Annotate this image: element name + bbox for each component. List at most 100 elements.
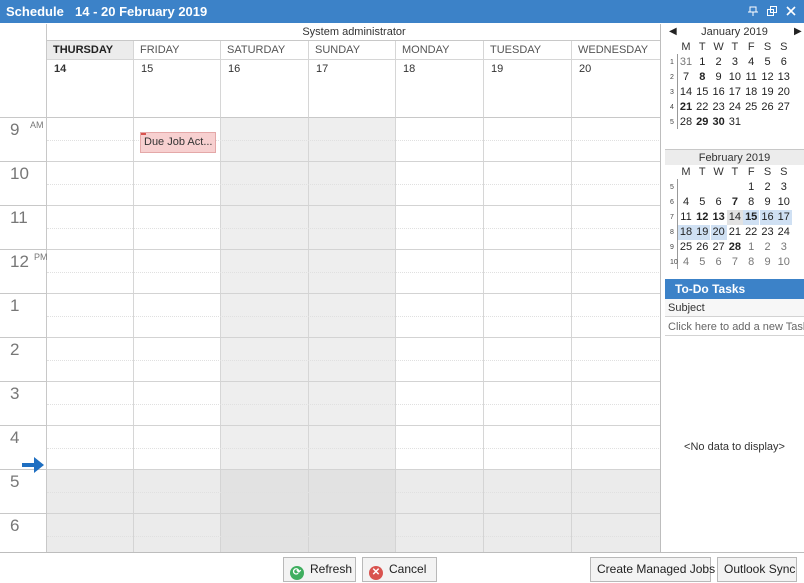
calendar-day[interactable]: 12 [694, 210, 710, 225]
calendar-day[interactable]: 13 [776, 70, 792, 85]
day-header-thursday[interactable]: THURSDAY [47, 41, 134, 60]
calendar-day[interactable]: 1 [743, 180, 759, 195]
calendar-day[interactable]: 4 [743, 55, 759, 70]
day-header-monday[interactable]: MONDAY [396, 41, 484, 60]
hour-line [47, 513, 660, 514]
schedule-grid[interactable] [47, 118, 660, 552]
calendar-day[interactable]: 19 [694, 225, 711, 240]
calendar-day[interactable]: 17 [727, 85, 743, 100]
calendar-day[interactable]: 24 [776, 225, 792, 240]
todo-subject-column[interactable]: Subject [665, 299, 804, 317]
calendar-day[interactable]: 23 [760, 225, 776, 240]
day-header-friday[interactable]: FRIDAY [134, 41, 221, 60]
calendar-day[interactable]: 6 [711, 255, 727, 270]
calendar-day[interactable]: 6 [776, 55, 792, 70]
calendar-day[interactable]: 16 [759, 210, 776, 225]
calendar-day[interactable]: 14 [678, 85, 694, 100]
allday-cell-wednesday[interactable]: 20 [572, 60, 660, 118]
close-icon[interactable] [785, 6, 797, 17]
calendar-day[interactable]: 3 [727, 55, 743, 70]
day-header-wednesday[interactable]: WEDNESDAY [572, 41, 660, 60]
calendar-day[interactable]: 26 [694, 240, 710, 255]
day-header-saturday[interactable]: SATURDAY [221, 41, 309, 60]
calendar-day[interactable]: 8 [743, 255, 759, 270]
calendar-day[interactable]: 27 [776, 100, 792, 115]
calendar-day[interactable]: 7 [727, 255, 743, 270]
allday-cell-thursday[interactable]: 14 [47, 60, 134, 118]
calendar-day[interactable]: 4 [678, 255, 694, 270]
calendar-day[interactable]: 5 [694, 195, 710, 210]
next-month-icon[interactable]: ▶ [794, 26, 802, 37]
calendar-day[interactable]: 16 [711, 85, 727, 100]
calendar-day[interactable]: 10 [776, 255, 792, 270]
calendar-day[interactable]: 11 [678, 210, 694, 225]
calendar-day[interactable]: 17 [775, 210, 792, 225]
calendar-day[interactable]: 18 [743, 85, 759, 100]
calendar-day[interactable]: 15 [694, 85, 710, 100]
calendar-day[interactable]: 25 [743, 100, 759, 115]
calendar-day[interactable]: 8 [743, 195, 759, 210]
day-header-tuesday[interactable]: TUESDAY [484, 41, 572, 60]
calendar-day[interactable]: 1 [743, 240, 759, 255]
allday-cell-saturday[interactable]: 16 [221, 60, 309, 118]
calendar-day[interactable]: 10 [776, 195, 792, 210]
allday-cell-friday[interactable]: 15 [134, 60, 221, 118]
calendar-day[interactable]: 2 [760, 180, 776, 195]
allday-cell-tuesday[interactable]: 19 [484, 60, 572, 118]
calendar-day[interactable]: 14 [726, 210, 743, 225]
calendar-day[interactable]: 9 [711, 70, 727, 85]
calendar-day[interactable]: 28 [727, 240, 743, 255]
calendar-day[interactable]: 20 [776, 85, 792, 100]
calendar-day[interactable]: 5 [694, 255, 710, 270]
calendar-day[interactable]: 25 [678, 240, 694, 255]
calendar-day[interactable]: 19 [760, 85, 776, 100]
cancel-button[interactable]: ✕ Cancel [362, 557, 437, 582]
calendar-day[interactable]: 3 [776, 240, 792, 255]
calendar-day[interactable]: 3 [776, 180, 792, 195]
calendar-day[interactable]: 6 [711, 195, 727, 210]
half-hour-line [47, 536, 660, 537]
allday-cell-sunday[interactable]: 17 [309, 60, 396, 118]
calendar-day[interactable]: 12 [760, 70, 776, 85]
half-hour-line [47, 492, 660, 493]
calendar-day[interactable]: 8 [694, 70, 710, 85]
calendar-day[interactable]: 24 [727, 100, 743, 115]
calendar-day[interactable]: 22 [694, 100, 710, 115]
calendar-day[interactable]: 11 [743, 70, 759, 85]
refresh-button[interactable]: ⟳ Refresh [283, 557, 356, 582]
calendar-day[interactable]: 21 [678, 100, 694, 115]
calendar-day[interactable]: 4 [678, 195, 694, 210]
calendar-day[interactable]: 28 [678, 115, 694, 130]
calendar-day[interactable]: 10 [727, 70, 743, 85]
calendar-day[interactable]: 5 [760, 55, 776, 70]
pin-icon[interactable] [747, 6, 759, 17]
create-managed-jobs-button[interactable]: Create Managed Jobs [590, 557, 715, 582]
calendar-day[interactable]: 2 [760, 240, 776, 255]
calendar-day[interactable]: 2 [711, 55, 727, 70]
calendar-day[interactable]: 27 [711, 240, 727, 255]
calendar-day[interactable]: 9 [760, 195, 776, 210]
outlook-sync-button[interactable]: Outlook Sync [717, 557, 797, 582]
calendar-day[interactable]: 13 [711, 210, 727, 225]
calendar-day[interactable]: 29 [694, 115, 710, 130]
restore-icon[interactable] [766, 6, 778, 17]
previous-month-icon[interactable]: ◀ [669, 26, 677, 37]
calendar-day[interactable]: 31 [678, 55, 694, 70]
calendar-day[interactable]: 21 [727, 225, 743, 240]
calendar-day[interactable]: 20 [710, 225, 727, 240]
calendar-day[interactable]: 26 [760, 100, 776, 115]
calendar-day[interactable]: 7 [727, 195, 743, 210]
calendar-day[interactable]: 30 [711, 115, 727, 130]
allday-cell-monday[interactable]: 18 [396, 60, 484, 118]
day-header-sunday[interactable]: SUNDAY [309, 41, 396, 60]
calendar-day[interactable]: 7 [678, 70, 694, 85]
calendar-day[interactable]: 22 [743, 225, 759, 240]
calendar-day[interactable]: 23 [711, 100, 727, 115]
todo-add-row[interactable]: Click here to add a new Task [665, 318, 804, 336]
calendar-day[interactable]: 15 [743, 210, 760, 225]
calendar-day[interactable]: 1 [694, 55, 710, 70]
appointment[interactable]: Due Job Act... [140, 132, 216, 153]
calendar-day[interactable]: 31 [727, 115, 743, 130]
calendar-day[interactable]: 18 [678, 225, 694, 240]
calendar-day[interactable]: 9 [760, 255, 776, 270]
